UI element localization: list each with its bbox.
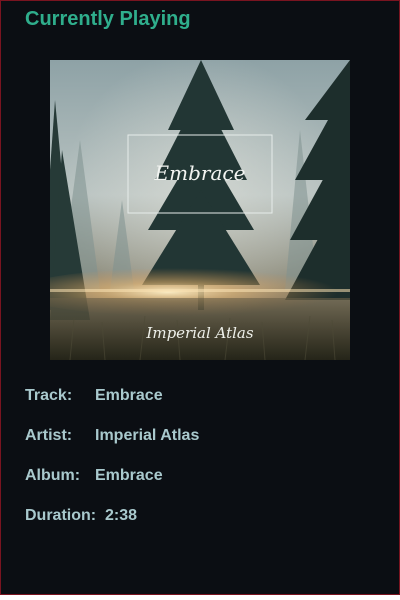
cover-artist-text: Imperial Atlas [145,324,253,342]
track-row: Track: Embrace [25,387,163,405]
duration-value: 2:38 [105,507,138,524]
track-value: Embrace [95,387,163,404]
track-label: Track: [25,387,73,404]
now-playing-panel: Currently Playing Embrace Imperial Atlas… [0,0,400,595]
album-row: Album: Embrace [25,467,163,485]
artist-row: Artist: Imperial Atlas [25,427,199,445]
cover-title-text: Embrace [154,161,246,185]
album-cover: Embrace Imperial Atlas [50,60,350,360]
album-value: Embrace [95,467,163,484]
panel-title: Currently Playing [25,8,191,30]
artist-label: Artist: [25,427,73,444]
album-cover-art: Embrace Imperial Atlas [50,60,350,360]
duration-label: Duration: [25,507,97,524]
duration-row: Duration: 2:38 [25,507,137,525]
artist-value: Imperial Atlas [95,427,200,444]
album-label: Album: [25,467,81,484]
